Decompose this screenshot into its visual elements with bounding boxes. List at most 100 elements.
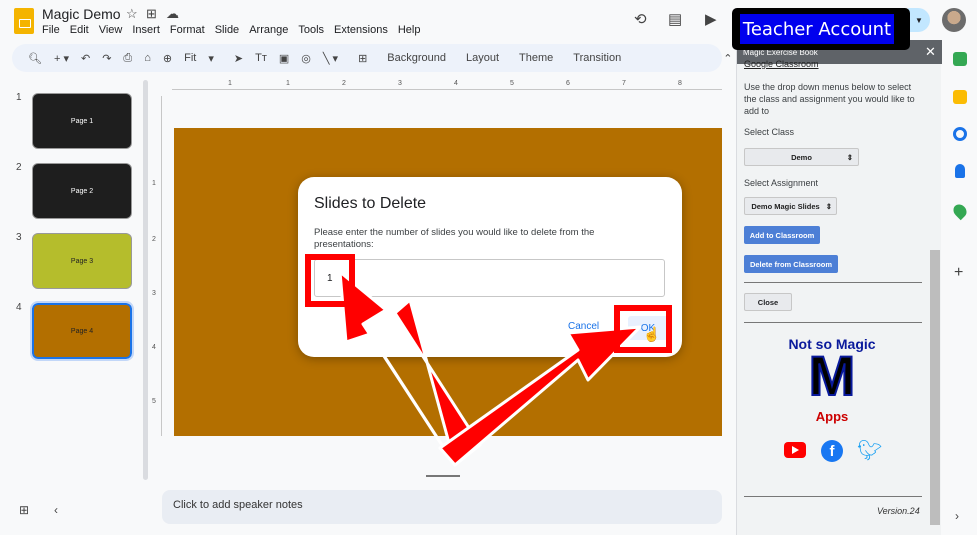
comment-add-icon[interactable]: ⊞ xyxy=(352,52,373,65)
cancel-button[interactable]: Cancel xyxy=(568,321,599,332)
ruler-tick-label: 3 xyxy=(398,80,402,87)
twitter-icon[interactable]: 🐦︎ xyxy=(857,438,882,463)
keep-icon[interactable] xyxy=(953,90,967,104)
slide-number: 2 xyxy=(16,162,22,173)
menu-insert[interactable]: Insert xyxy=(132,24,160,36)
zoom-dropdown-icon[interactable]: ▾ xyxy=(202,52,220,65)
history-icon[interactable]: ⟲ xyxy=(634,10,647,28)
filmstrip: 1 Page 1 2 Page 2 3 Page 3 4 Page 4 xyxy=(0,80,150,490)
slide-thumbnail-2[interactable]: Page 2 xyxy=(32,163,132,219)
print-icon[interactable]: ⎙ xyxy=(117,52,138,65)
ruler-tick-label: 1 xyxy=(286,80,290,87)
menu-file[interactable]: File xyxy=(42,24,60,36)
ruler-tick-label: 1 xyxy=(152,180,156,187)
expand-panel-icon[interactable]: › xyxy=(955,509,959,523)
calendar-icon[interactable] xyxy=(953,52,967,66)
facebook-icon[interactable]: f xyxy=(821,440,843,462)
star-icon[interactable]: ☆ xyxy=(126,6,138,22)
zoom-icon[interactable]: ⊕ xyxy=(157,52,178,65)
cloud-status-icon[interactable]: ☁ xyxy=(166,6,179,22)
slide-thumbnail-label: Page 3 xyxy=(70,257,94,265)
meet-icon[interactable]: ▶ xyxy=(705,10,717,28)
divider xyxy=(744,496,922,497)
menu-help[interactable]: Help xyxy=(398,24,421,36)
slide-thumbnail-label: Page 4 xyxy=(70,327,94,335)
ruler-tick-label: 4 xyxy=(454,80,458,87)
menu-format[interactable]: Format xyxy=(170,24,205,36)
layout-button[interactable]: Layout xyxy=(460,52,505,64)
collapse-filmstrip-icon[interactable]: ‹ xyxy=(54,503,58,517)
ruler-tick-label: 8 xyxy=(678,80,682,87)
ruler-tick-label: 3 xyxy=(152,290,156,297)
notes-resize-handle[interactable] xyxy=(426,475,460,477)
horizontal-ruler: 1 1 2 3 4 5 6 7 8 xyxy=(172,80,722,90)
menu-tools[interactable]: Tools xyxy=(298,24,324,36)
add-on-plus-icon[interactable]: + xyxy=(954,264,963,282)
select-class-label: Select Class xyxy=(744,127,795,137)
search-menus-icon[interactable]: 🔍︎ xyxy=(22,52,48,65)
maps-icon[interactable] xyxy=(950,201,970,221)
assignment-select[interactable]: Demo Magic Slides ⇕ xyxy=(744,197,837,215)
shape-icon[interactable]: ◎ xyxy=(295,52,317,65)
share-dropdown-button[interactable]: ▼ xyxy=(908,8,930,32)
ruler-tick-label: 2 xyxy=(342,80,346,87)
class-select-value: Demo xyxy=(791,152,812,162)
menu-extensions[interactable]: Extensions xyxy=(334,24,388,36)
zoom-select[interactable]: Fit xyxy=(178,52,202,64)
google-classroom-link[interactable]: Google Classroom xyxy=(744,58,819,70)
text-box-icon[interactable]: Tт xyxy=(249,52,273,64)
redo-icon[interactable]: ↷ xyxy=(96,52,117,65)
magic-exercise-book-panel: Magic Exercise Book ✕ Google Classroom U… xyxy=(736,40,942,535)
vertical-ruler: 1 2 3 4 5 xyxy=(150,96,162,436)
new-slide-icon[interactable]: + ▾ xyxy=(48,52,75,65)
add-to-classroom-button[interactable]: Add to Classroom xyxy=(744,226,820,244)
background-button[interactable]: Background xyxy=(381,52,452,64)
menu-view[interactable]: View xyxy=(99,24,123,36)
delete-from-classroom-button[interactable]: Delete from Classroom xyxy=(744,255,838,273)
youtube-icon[interactable] xyxy=(784,442,806,458)
ruler-tick-label: 7 xyxy=(622,80,626,87)
speaker-notes[interactable]: Click to add speaker notes xyxy=(162,490,722,524)
tasks-icon[interactable] xyxy=(953,127,967,141)
slide-number: 3 xyxy=(16,232,22,243)
slide-number: 1 xyxy=(16,92,22,103)
input-highlight-box xyxy=(305,254,355,307)
brand-letter: M xyxy=(808,343,857,408)
close-icon[interactable]: ✕ xyxy=(925,44,936,60)
comments-icon[interactable]: ▤ xyxy=(668,10,682,28)
image-icon[interactable]: ▣ xyxy=(273,52,295,65)
paint-format-icon[interactable]: ⌂ xyxy=(138,52,157,64)
slide-thumbnail-1[interactable]: Page 1 xyxy=(32,93,132,149)
contacts-icon[interactable] xyxy=(955,164,965,178)
dialog-title: Slides to Delete xyxy=(314,195,427,212)
menu-arrange[interactable]: Arrange xyxy=(249,24,288,36)
class-select[interactable]: Demo ⇕ xyxy=(744,148,859,166)
ruler-tick-label: 5 xyxy=(510,80,514,87)
document-title[interactable]: Magic Demo xyxy=(42,6,121,22)
panel-scrollbar[interactable] xyxy=(930,250,940,525)
chevron-down-icon: ▼ xyxy=(915,15,923,25)
ruler-tick-label: 6 xyxy=(566,80,570,87)
transition-button[interactable]: Transition xyxy=(567,52,627,64)
slide-thumbnail-4[interactable]: Page 4 xyxy=(30,301,134,361)
slide-count-input[interactable] xyxy=(314,259,665,297)
filmstrip-scrollbar[interactable] xyxy=(143,80,148,480)
close-button[interactable]: Close xyxy=(744,293,792,311)
theme-button[interactable]: Theme xyxy=(513,52,559,64)
menu-edit[interactable]: Edit xyxy=(70,24,89,36)
avatar[interactable] xyxy=(942,8,966,32)
chevron-updown-icon: ⇕ xyxy=(825,201,832,211)
grid-view-icon[interactable]: ⊞ xyxy=(19,503,29,517)
slide-thumbnail-3[interactable]: Page 3 xyxy=(32,233,132,289)
select-assignment-label: Select Assignment xyxy=(744,178,819,188)
right-side-rail: + › xyxy=(942,44,977,535)
select-cursor-icon[interactable]: ➤ xyxy=(228,52,249,65)
move-folder-icon[interactable]: ⊞ xyxy=(146,6,157,22)
assignment-select-value: Demo Magic Slides xyxy=(751,201,820,211)
menu-slide[interactable]: Slide xyxy=(215,24,239,36)
teacher-account-badge: Teacher Account xyxy=(732,8,910,50)
slides-logo-icon[interactable] xyxy=(14,8,34,34)
slide-thumbnail-label: Page 2 xyxy=(70,187,94,195)
undo-icon[interactable]: ↶ xyxy=(75,52,96,65)
line-icon[interactable]: ╲ ▾ xyxy=(317,52,344,65)
